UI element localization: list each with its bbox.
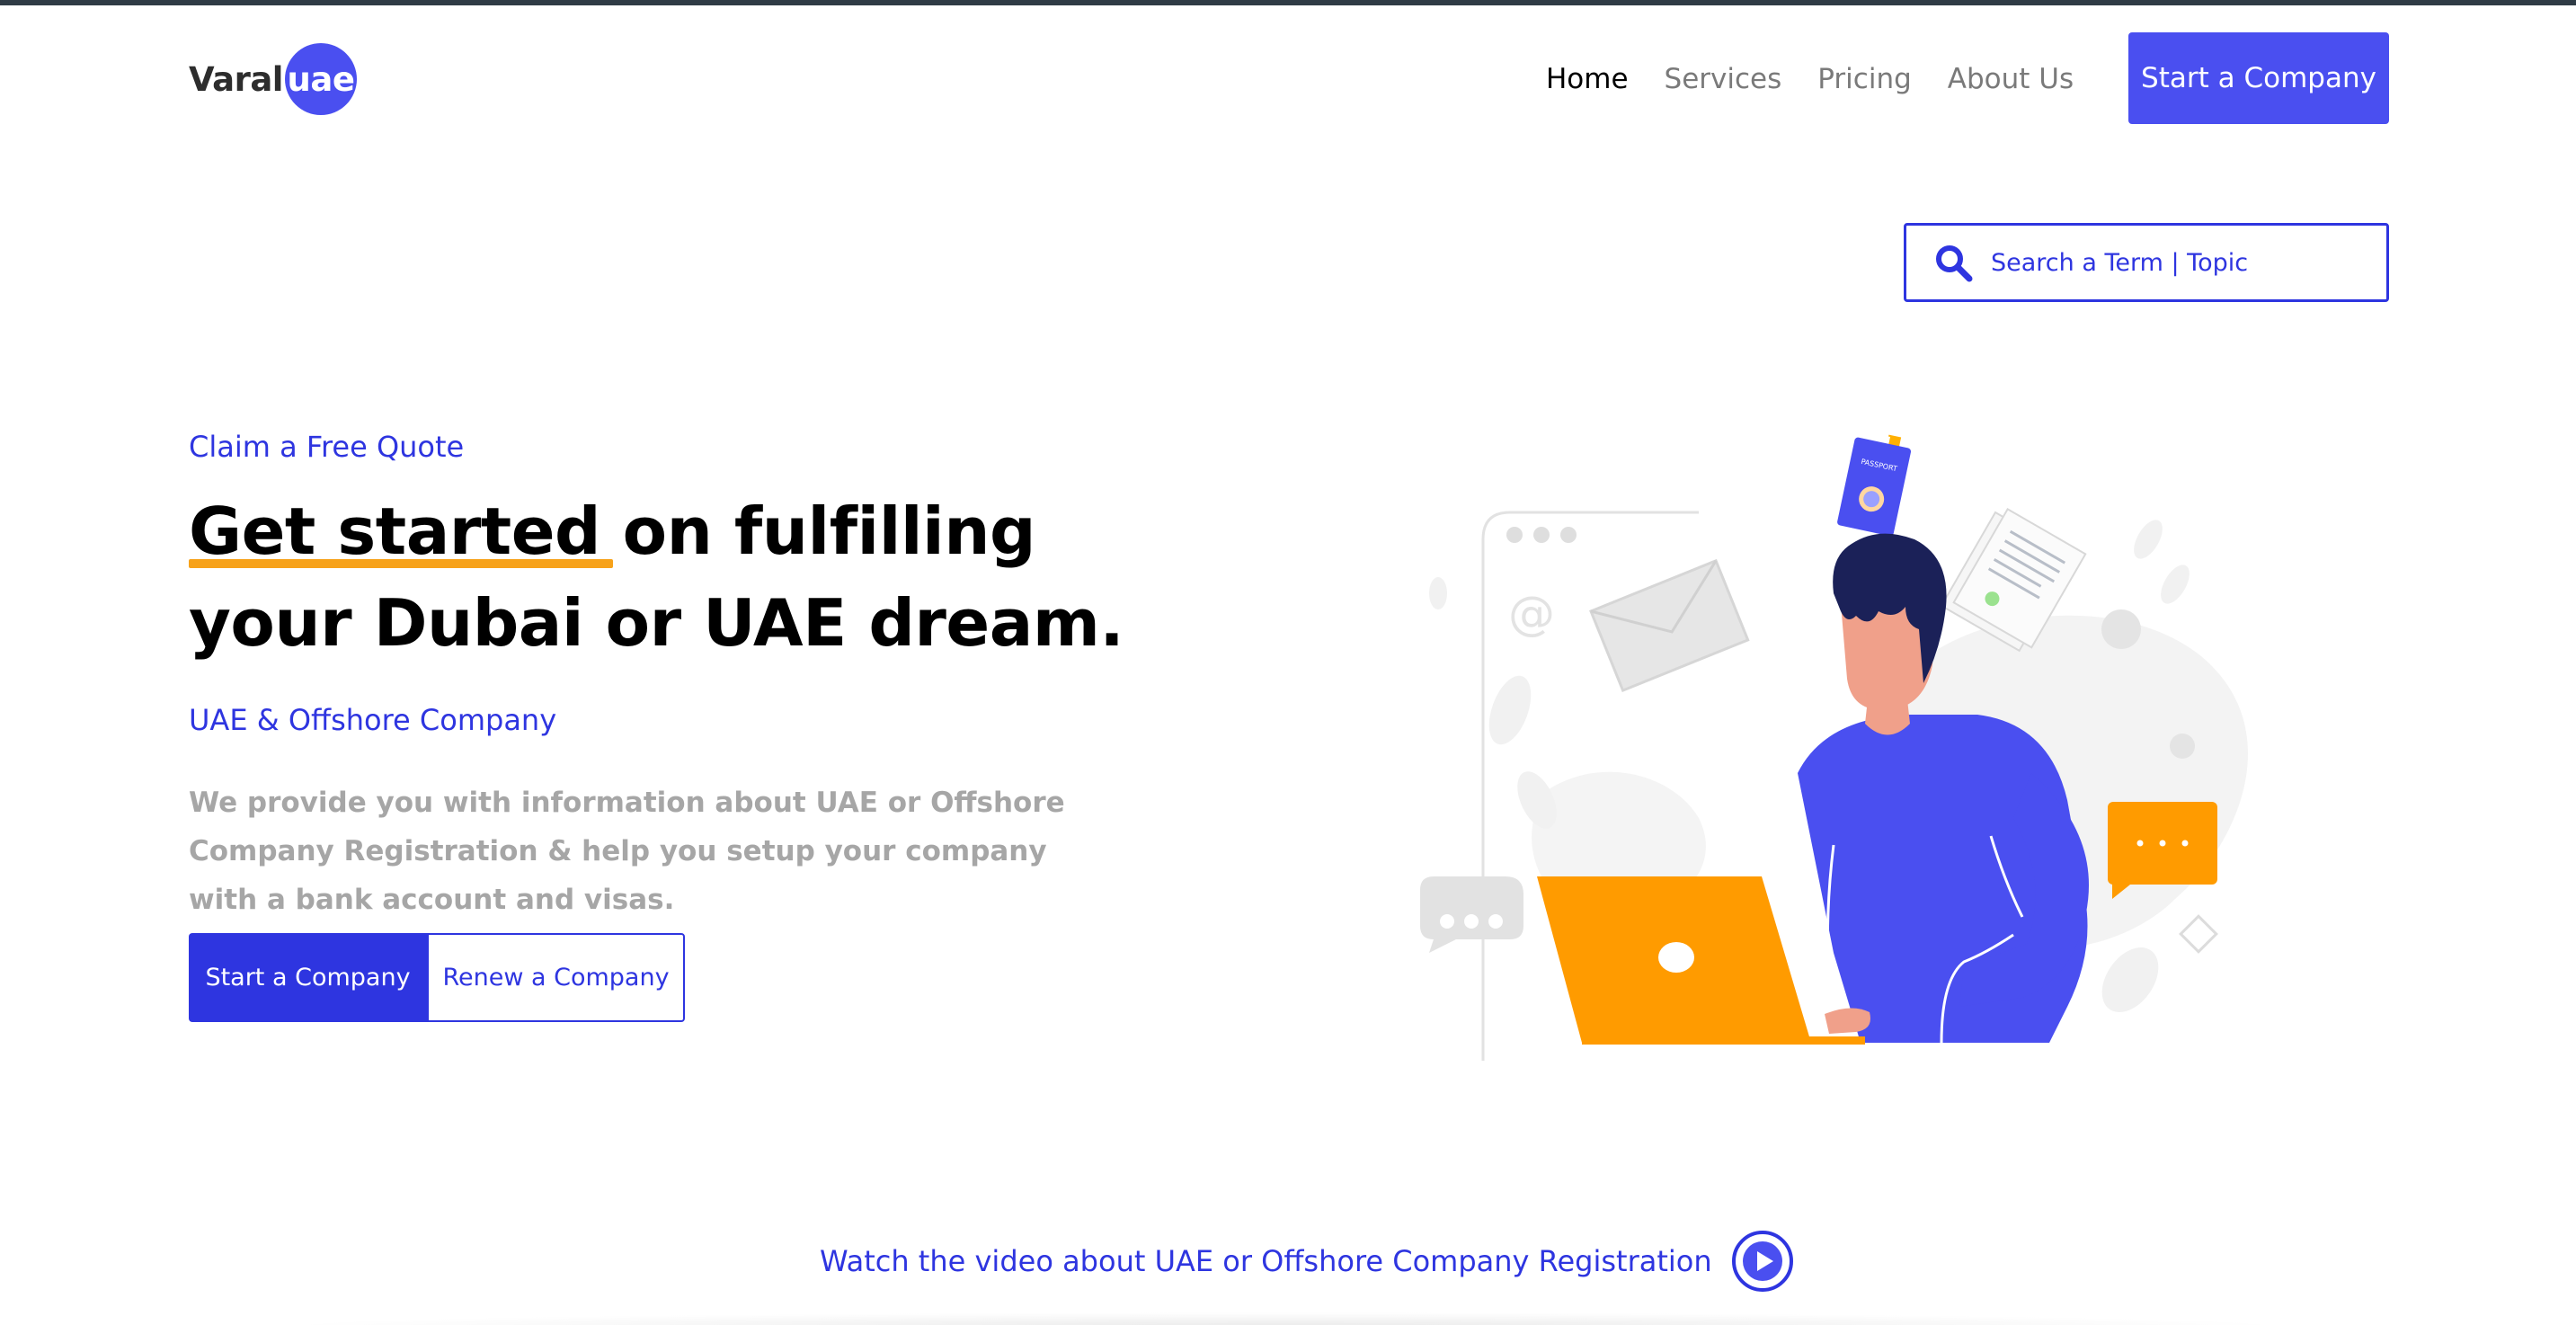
watch-video-link[interactable]: Watch the video about UAE or Offshore Co…	[820, 1228, 1795, 1294]
headline-line1-rest: on fulfilling	[600, 494, 1036, 569]
nav-item-pricing[interactable]: Pricing	[1817, 63, 1912, 95]
window-top-border	[0, 0, 2576, 5]
renew-company-button[interactable]: Renew a Company	[427, 933, 685, 1022]
hero-headline: Get started on fulfilling your Dubai or …	[189, 485, 1177, 669]
chat-bubble-icon	[1420, 876, 1523, 953]
hero-illustration: @ PASSPORT	[1420, 434, 2248, 1061]
nav-item-services[interactable]: Services	[1665, 63, 1782, 95]
header-start-company-button[interactable]: Start a Company	[2128, 32, 2389, 124]
headline-line2: your Dubai or UAE dream.	[189, 585, 1124, 661]
svg-text:@: @	[1508, 587, 1555, 641]
hero-description: We provide you with information about UA…	[189, 787, 1065, 916]
search-icon	[1936, 245, 1973, 282]
hero-subheading: UAE & Offshore Company	[189, 703, 557, 737]
brand-badge: uae	[284, 43, 357, 115]
message-bubble-icon	[2108, 802, 2217, 899]
envelope-icon	[1589, 558, 1750, 693]
brand-name-text: Varal	[189, 59, 283, 99]
play-icon[interactable]	[1730, 1229, 1795, 1294]
watch-video-label: Watch the video about UAE or Offshore Co…	[820, 1244, 1712, 1278]
claim-quote-link[interactable]: Claim a Free Quote	[189, 430, 464, 464]
nav-item-about-us[interactable]: About Us	[1948, 63, 2074, 95]
main-nav: Home Services Pricing About Us	[1546, 54, 2110, 104]
brand-logo[interactable]: Varal uae	[189, 43, 357, 115]
start-company-button[interactable]: Start a Company	[189, 933, 427, 1022]
search-placeholder: Search a Term | Topic	[1991, 248, 2249, 277]
headline-highlight: Get started	[189, 485, 614, 577]
nav-item-home[interactable]: Home	[1546, 63, 1629, 95]
passport-icon: PASSPORT	[1837, 434, 1912, 537]
section-shadow	[270, 1312, 2301, 1325]
search-box[interactable]: Search a Term | Topic	[1904, 223, 2389, 302]
